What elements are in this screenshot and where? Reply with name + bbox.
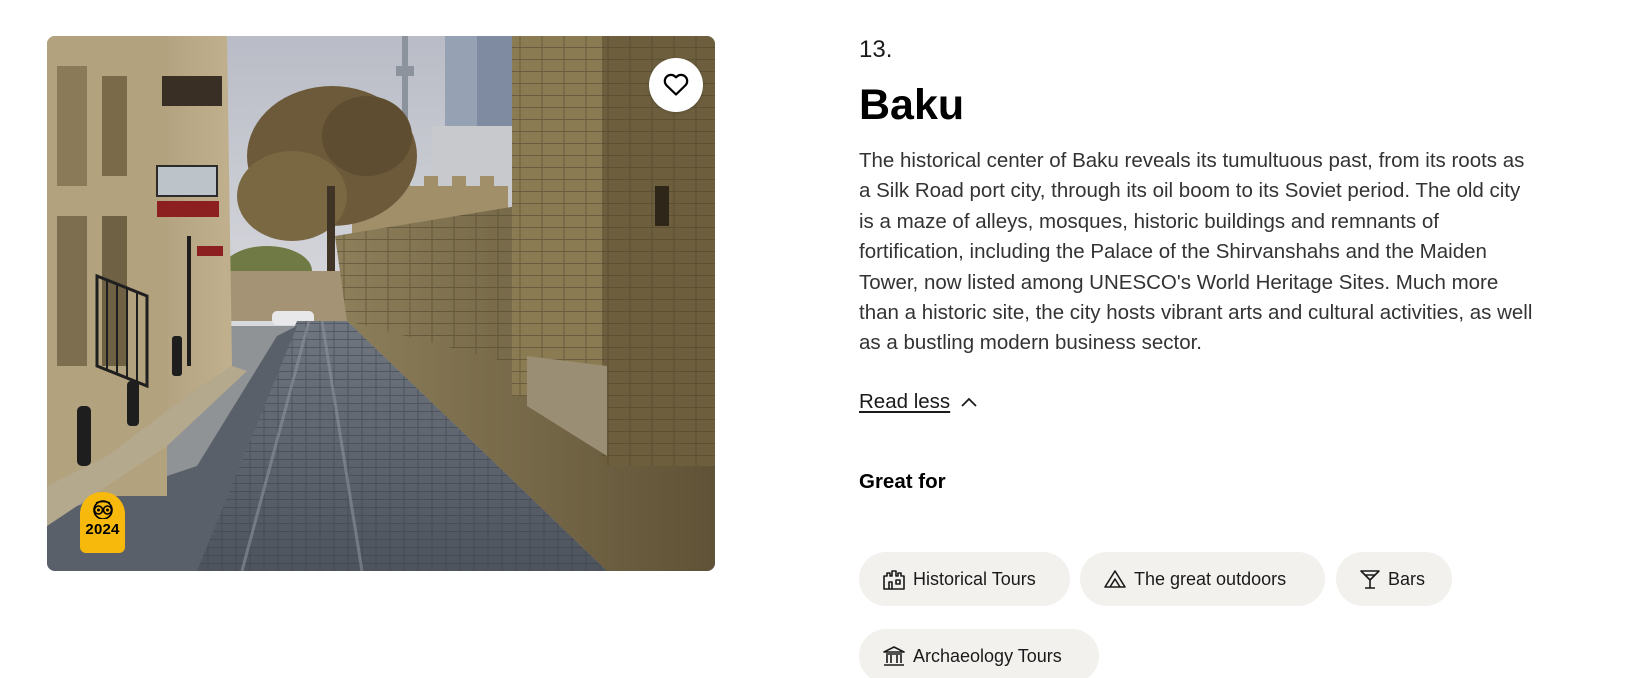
destination-rank: 13.	[859, 36, 893, 63]
tag-label: Bars	[1388, 568, 1426, 589]
tripadvisor-owl-icon	[92, 500, 113, 519]
destination-photo[interactable]: 2024	[47, 36, 715, 571]
tag-label: Historical Tours	[913, 568, 1036, 589]
save-favorite-button[interactable]	[649, 58, 703, 112]
chevron-up-icon	[961, 397, 977, 407]
award-year: 2024	[85, 521, 120, 538]
mountain-icon	[1104, 570, 1126, 588]
tag-historical-tours[interactable]: Historical Tours	[859, 552, 1070, 606]
read-less-toggle[interactable]: Read less	[859, 390, 978, 414]
tag-label: The great outdoors	[1134, 568, 1287, 589]
heart-icon	[663, 73, 689, 96]
tag-the-great-outdoors[interactable]: The great outdoors	[1080, 552, 1325, 606]
old-city-street-image	[47, 36, 715, 571]
tag-archaeology-tours[interactable]: Archaeology Tours	[859, 629, 1099, 678]
destination-description: The historical center of Baku reveals it…	[859, 149, 1533, 355]
tag-bars[interactable]: Bars	[1336, 552, 1452, 606]
museum-icon	[883, 646, 905, 666]
read-less-label: Read less	[859, 390, 951, 413]
destination-title: Baku	[859, 81, 965, 129]
great-for-heading: Great for	[859, 470, 946, 493]
castle-icon	[883, 570, 905, 590]
destination-card: 2024 13. Baku The historical center of B…	[0, 0, 1641, 678]
tag-label: Archaeology Tours	[913, 645, 1062, 666]
cocktail-icon	[1360, 570, 1380, 589]
travelers-choice-award-badge: 2024	[80, 492, 125, 553]
